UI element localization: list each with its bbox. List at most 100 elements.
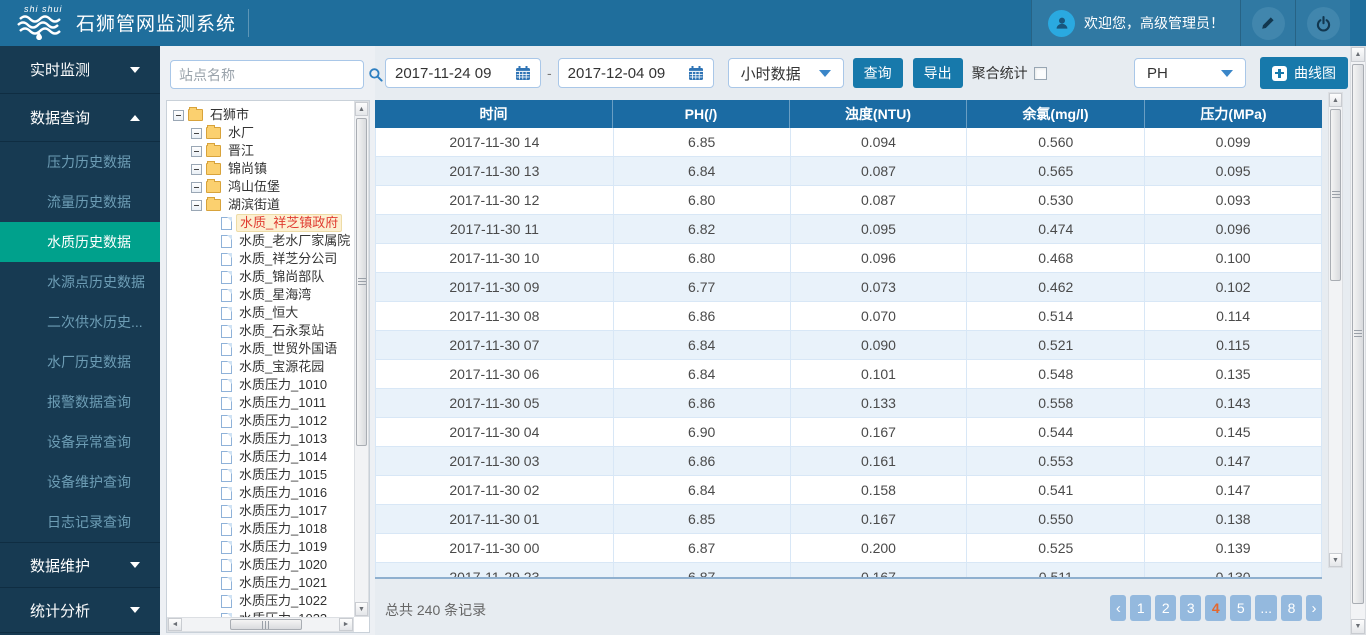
sidebar-subitem-报警数据查询[interactable]: 报警数据查询 [0,382,160,422]
search-input[interactable] [171,67,368,83]
tree-node-label[interactable]: 水质_恒大 [236,305,301,321]
sidebar-subitem-二次供水历史...[interactable]: 二次供水历史... [0,302,160,342]
pagination-page-4[interactable]: 4 [1205,595,1226,621]
tree-node-label[interactable]: 水质压力_1017 [236,503,330,519]
sidebar-item-统计分析[interactable]: 统计分析 [0,588,160,633]
sidebar-subitem-水源点历史数据[interactable]: 水源点历史数据 [0,262,160,302]
tree-node-label[interactable]: 水质_锦尚部队 [236,269,327,285]
date-to-input[interactable]: 2017-12-04 09 [558,58,714,88]
calendar-icon[interactable] [688,65,704,81]
date-from-input[interactable]: 2017-11-24 09 [385,58,541,88]
tree-node-label[interactable]: 水质_宝源花园 [236,359,327,375]
sidebar-item-数据维护[interactable]: 数据维护 [0,543,160,588]
page-vertical-scrollbar[interactable]: ▲ ▼ [1350,46,1366,635]
interval-select[interactable]: 小时数据 [728,58,844,88]
tree-horizontal-scrollbar[interactable]: ◄ ► [167,617,354,632]
tree-leaf-node[interactable]: 水质压力_1010 [167,376,354,394]
parameter-select[interactable]: PH [1134,58,1246,88]
tree-node-label[interactable]: 水质压力_1020 [236,557,330,573]
export-button[interactable]: 导出 [913,58,963,88]
table-vertical-scrollbar[interactable]: ▲ ▼ [1328,92,1343,568]
calendar-icon[interactable] [515,65,531,81]
tree-leaf-node[interactable]: 水质压力_1013 [167,430,354,448]
scroll-up-arrow-icon[interactable]: ▲ [1351,47,1365,62]
tree-node-label[interactable]: 水质压力_1019 [236,539,330,555]
tree-node-label[interactable]: 水质压力_1018 [236,521,330,537]
pencil-edit-button[interactable] [1252,7,1285,40]
scroll-down-arrow-icon[interactable]: ▼ [355,602,368,616]
sidebar-subitem-设备维护查询[interactable]: 设备维护查询 [0,462,160,502]
query-button[interactable]: 查询 [853,58,903,88]
tree-leaf-node[interactable]: 水质压力_1021 [167,574,354,592]
tree-folder-node[interactable]: 水厂 [167,124,354,142]
tree-folder-node[interactable]: 鸿山伍堡 [167,178,354,196]
pagination-prev-button[interactable]: ‹ [1110,595,1126,621]
expand-toggle-icon[interactable] [191,128,202,139]
pagination-ellipsis[interactable]: ... [1255,595,1277,621]
expand-toggle-icon[interactable] [173,110,184,121]
tree-hscrollbar-thumb[interactable] [230,619,302,630]
tree-node-label[interactable]: 水质_老水厂家属院 [236,233,353,249]
tree-leaf-node[interactable]: 水质压力_1019 [167,538,354,556]
tree-leaf-node[interactable]: 水质压力_1017 [167,502,354,520]
tree-leaf-node[interactable]: 水质压力_1023 [167,610,354,617]
tree-leaf-node[interactable]: 水质压力_1018 [167,520,354,538]
tree-node-label[interactable]: 水质压力_1021 [236,575,330,591]
sidebar-subitem-水质历史数据[interactable]: 水质历史数据 [0,222,160,262]
aggregate-checkbox[interactable] [1034,67,1047,80]
tree-leaf-node[interactable]: 水质压力_1014 [167,448,354,466]
tree-leaf-node[interactable]: 水质_祥芝镇政府 [167,214,354,232]
tree-node-label[interactable]: 水质_星海湾 [236,287,314,303]
user-account-area[interactable]: 欢迎您，高级管理员！ [1031,0,1240,46]
expand-toggle-icon[interactable] [191,146,202,157]
tree-node-label[interactable]: 水质压力_1014 [236,449,330,465]
tree-leaf-node[interactable]: 水质_锦尚部队 [167,268,354,286]
scroll-down-arrow-icon[interactable]: ▼ [1329,553,1342,567]
tree-leaf-node[interactable]: 水质_宝源花园 [167,358,354,376]
tree-scrollbar-thumb[interactable] [356,118,367,446]
scroll-down-arrow-icon[interactable]: ▼ [1351,619,1365,634]
scroll-up-arrow-icon[interactable]: ▲ [355,102,368,116]
tree-leaf-node[interactable]: 水质_星海湾 [167,286,354,304]
tree-leaf-node[interactable]: 水质压力_1012 [167,412,354,430]
tree-folder-node[interactable]: 石狮市 [167,106,354,124]
sidebar-item-数据查询[interactable]: 数据查询 [0,94,160,142]
pagination-page-3[interactable]: 3 [1180,595,1201,621]
tree-leaf-node[interactable]: 水质压力_1022 [167,592,354,610]
tree-folder-node[interactable]: 湖滨街道 [167,196,354,214]
pagination-next-button[interactable]: › [1306,595,1322,621]
pagination-page-8[interactable]: 8 [1281,595,1302,621]
tree-node-label[interactable]: 水质压力_1012 [236,413,330,429]
tree-vertical-scrollbar[interactable]: ▲ ▼ [354,101,369,617]
tree-leaf-node[interactable]: 水质_恒大 [167,304,354,322]
tree-node-label[interactable]: 水质压力_1022 [236,593,330,609]
table-scrollbar-thumb[interactable] [1330,109,1341,281]
tree-node-label[interactable]: 水质压力_1010 [236,377,330,393]
expand-toggle-icon[interactable] [191,182,202,193]
tree-leaf-node[interactable]: 水质压力_1016 [167,484,354,502]
tree-leaf-node[interactable]: 水质_祥芝分公司 [167,250,354,268]
sidebar-item-实时监测[interactable]: 实时监测 [0,46,160,94]
tree-folder-node[interactable]: 晋江 [167,142,354,160]
page-scrollbar-thumb[interactable] [1352,64,1364,604]
sidebar-subitem-流量历史数据[interactable]: 流量历史数据 [0,182,160,222]
tree-node-label[interactable]: 水质压力_1015 [236,467,330,483]
tree-node-label[interactable]: 水质压力_1011 [236,395,329,411]
tree-node-label[interactable]: 水质_祥芝镇政府 [236,214,342,232]
scroll-right-arrow-icon[interactable]: ► [339,618,353,631]
scroll-up-arrow-icon[interactable]: ▲ [1329,93,1342,107]
scroll-left-arrow-icon[interactable]: ◄ [168,618,182,631]
pagination-page-5[interactable]: 5 [1230,595,1251,621]
tree-node-label[interactable]: 水质压力_1013 [236,431,330,447]
expand-toggle-icon[interactable] [191,200,202,211]
pagination-page-2[interactable]: 2 [1155,595,1176,621]
tree-folder-node[interactable]: 锦尚镇 [167,160,354,178]
sidebar-subitem-日志记录查询[interactable]: 日志记录查询 [0,502,160,542]
tree-node-label[interactable]: 水质_世贸外国语 [236,341,340,357]
sidebar-subitem-压力历史数据[interactable]: 压力历史数据 [0,142,160,182]
tree-leaf-node[interactable]: 水质_老水厂家属院 [167,232,354,250]
tree-leaf-node[interactable]: 水质_世贸外国语 [167,340,354,358]
tree-leaf-node[interactable]: 水质压力_1020 [167,556,354,574]
tree-leaf-node[interactable]: 水质压力_1015 [167,466,354,484]
tree-node-label[interactable]: 水质_祥芝分公司 [236,251,340,267]
